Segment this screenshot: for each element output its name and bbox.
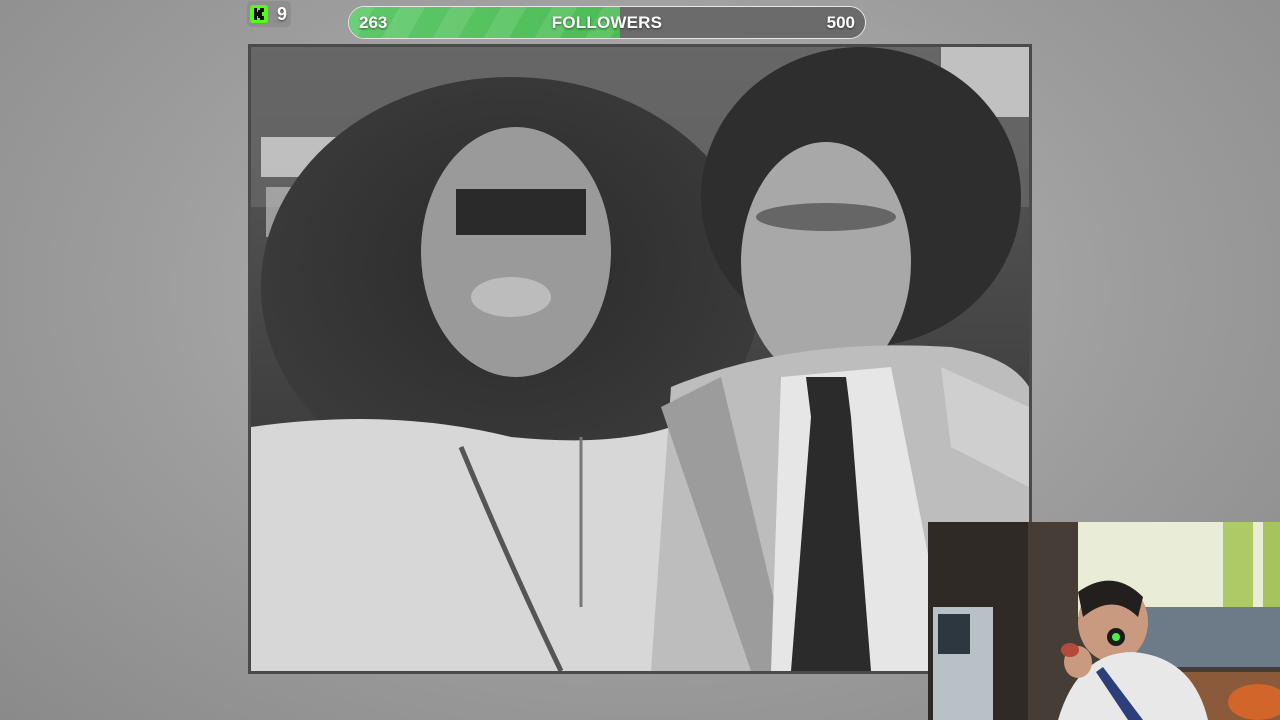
followers-goal-bar: 263 FOLLOWERS 500 [348, 6, 866, 39]
kick-k-glyph-icon [254, 8, 264, 20]
kick-logo-icon [250, 5, 268, 23]
photo-illustration [251, 47, 1029, 671]
webcam-feed [928, 522, 1280, 720]
black-and-white-photo [251, 47, 1029, 671]
webcam-scene [928, 522, 1280, 720]
viewer-count: 9 [277, 3, 288, 24]
photo-frame [248, 44, 1032, 674]
followers-goal-label: FOLLOWERS [551, 12, 663, 32]
viewer-count-badge: 9 [247, 1, 291, 27]
followers-target: 500 [826, 12, 855, 32]
